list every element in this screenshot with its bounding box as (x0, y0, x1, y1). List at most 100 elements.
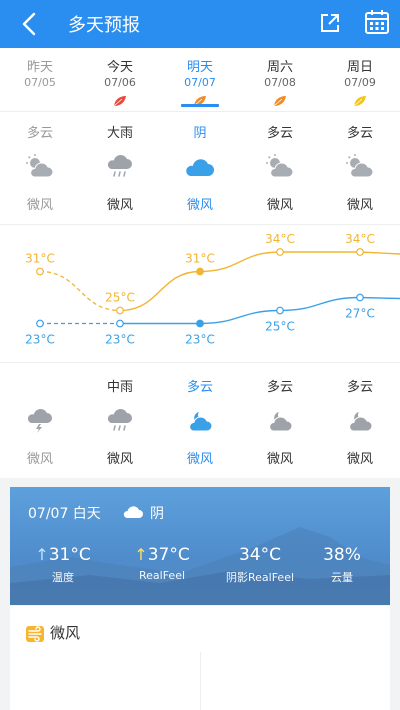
divider (0, 111, 400, 112)
data-point (36, 319, 44, 328)
day-wind-text: 微风 (106, 198, 133, 213)
day-tab[interactable]: 明天 07/07 (160, 56, 240, 107)
temperature-label: 27°C (345, 307, 375, 321)
data-point (356, 293, 364, 302)
divider (0, 362, 400, 363)
data-point (196, 319, 204, 328)
detail-date: 07/07 白天 (28, 506, 101, 522)
day-forecast-column: 多云 微风 (320, 122, 400, 214)
day-wind-text: 微风 (26, 198, 53, 213)
day-forecast-column: 多云 微风 (0, 122, 80, 214)
leaf-icon (273, 96, 286, 107)
overcast-icon (186, 159, 214, 176)
temperature-label: 25°C (105, 291, 135, 305)
day-tab[interactable]: 周日 07/09 (320, 56, 400, 107)
page-title: 多天预报 (68, 15, 140, 36)
night-condition-text: 多云 (346, 380, 373, 395)
day-condition-text: 阴 (193, 126, 207, 141)
night-forecast-column: 微风 (0, 376, 80, 468)
day-tab[interactable]: 昨天 07/05 (0, 56, 80, 107)
day-tab-date: 07/06 (104, 76, 136, 89)
day-wind-text: 微风 (346, 198, 373, 213)
night-wind-text: 微风 (26, 452, 53, 467)
data-point (36, 267, 44, 276)
realfeel-up-arrow-icon: ↑ (134, 545, 148, 564)
share-icon[interactable] (318, 11, 342, 35)
data-point (196, 267, 204, 276)
day-tab-date: 07/08 (264, 76, 296, 89)
stat-realfeel: ↑37°C RealFeel (134, 545, 190, 582)
back-arrow-icon[interactable] (18, 9, 42, 39)
partly-cloudy-icon (26, 154, 54, 178)
series-line (119, 251, 400, 312)
night-forecast-column: 中雨 微风 (80, 376, 160, 468)
stat-cloud-cover: 38% 云量 (323, 545, 361, 584)
day-condition-text: 多云 (266, 126, 293, 141)
thunderstorm-icon (27, 408, 52, 433)
data-point (356, 248, 364, 256)
data-point (116, 306, 124, 315)
night-wind-text: 微风 (266, 452, 293, 467)
leaf-icon (113, 96, 126, 107)
day-tab-label: 周日 (346, 60, 373, 75)
data-point (276, 306, 284, 315)
leaf-icon (33, 96, 46, 107)
day-condition-text: 多云 (346, 126, 373, 141)
day-forecast-column: 多云 微风 (240, 122, 320, 214)
partly-cloudy-icon (266, 154, 294, 178)
day-condition-text: 多云 (26, 126, 53, 141)
divider (200, 652, 201, 710)
temperature-label: 31°C (185, 252, 215, 266)
wind-section: 微风 (10, 606, 390, 710)
day-wind-text: 微风 (266, 198, 293, 213)
partly-cloudy-night-icon (269, 412, 293, 432)
moderate-rain-icon (107, 408, 132, 431)
heavy-rain-icon (107, 154, 132, 177)
day-forecast-column: 大雨 微风 (80, 122, 160, 214)
wind-label: 微风 (50, 624, 81, 642)
temperature-label: 23°C (105, 333, 135, 347)
wind-icon (26, 626, 44, 642)
stat-shade-realfeel: 34°C 阴影RealFeel (225, 545, 295, 584)
stat-temperature: ↑31°C 温度 (35, 545, 91, 584)
night-condition-text: 多云 (266, 380, 293, 395)
night-condition-text: 多云 (186, 380, 213, 395)
temperature-label: 31°C (25, 252, 55, 266)
detail-condition: 阴 (150, 506, 164, 522)
night-forecast-column: 多云 微风 (320, 376, 400, 468)
night-condition-text: 中雨 (106, 380, 133, 395)
partly-cloudy-night-icon (189, 412, 213, 432)
day-tab-label: 今天 (106, 60, 133, 75)
night-wind-text: 微风 (106, 452, 133, 467)
day-tab-date: 07/07 (184, 76, 216, 89)
temperature-label: 34°C (265, 233, 295, 246)
night-wind-text: 微风 (346, 452, 373, 467)
cloud-icon (123, 506, 143, 518)
temperature-label: 25°C (265, 320, 295, 334)
data-point (116, 319, 124, 328)
temperature-label: 23°C (25, 333, 55, 347)
night-wind-text: 微风 (186, 452, 213, 467)
day-detail-card[interactable]: 07/07 白天 阴 ↑31°C 温度 ↑37°C RealFeel 34°C … (10, 487, 390, 605)
day-tab-label: 昨天 (26, 60, 53, 75)
app-header: 多天预报 (0, 0, 400, 48)
day-tab[interactable]: 周六 07/08 (240, 56, 320, 107)
temperature-label: 34°C (345, 233, 375, 246)
temp-up-arrow-icon: ↑ (35, 545, 49, 564)
day-tab[interactable]: 今天 07/06 (80, 56, 160, 107)
selected-day-indicator (181, 104, 219, 107)
day-tab-label: 明天 (186, 60, 213, 75)
data-point (276, 248, 284, 256)
day-condition-text: 大雨 (106, 126, 133, 141)
day-tab-date: 07/05 (24, 76, 56, 89)
calendar-icon[interactable] (364, 9, 390, 35)
temperature-label: 23°C (185, 333, 215, 347)
partly-cloudy-icon (346, 154, 374, 178)
leaf-icon (353, 96, 366, 107)
night-forecast-column: 多云 微风 (160, 376, 240, 468)
temperature-chart: 31°C 25°C 31°C 34°C 34°C 23°C 23°C 23°C 25°C 27°C (25, 233, 400, 347)
day-wind-text: 微风 (186, 198, 213, 213)
divider (0, 224, 400, 225)
partly-cloudy-night-icon (349, 412, 373, 432)
day-forecast-column: 阴 微风 (160, 122, 240, 214)
